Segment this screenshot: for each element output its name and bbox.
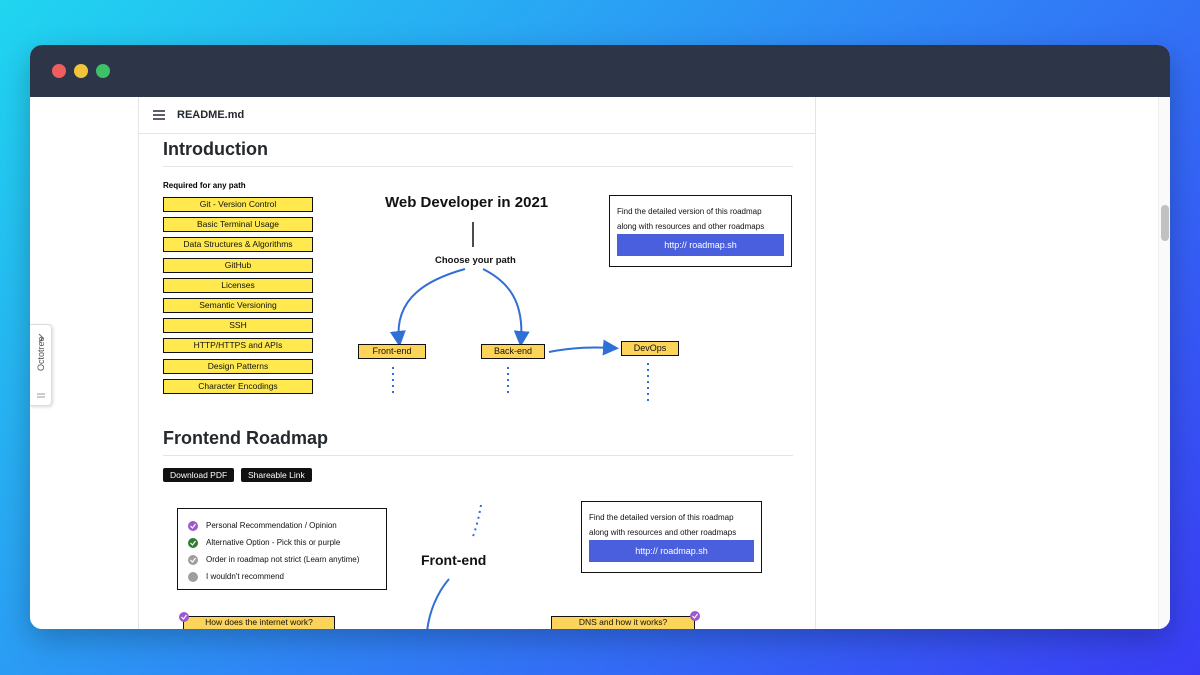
octotree-label: Octotree [36,336,46,371]
download-pdf-button[interactable]: Download PDF [163,468,235,482]
window-titlebar [30,45,1170,97]
minimize-window-button[interactable] [74,64,88,78]
path-frontend-node: Front-end [358,344,426,359]
grey-dot-icon [188,571,198,582]
legend-item: Alternative Option - Pick this or purple [188,534,376,551]
close-window-button[interactable] [52,64,66,78]
frontend-roadmap-heading: Frontend Roadmap [163,428,793,456]
browser-window: Octotree README.md Introduction Required… [30,45,1170,629]
check-circle-icon [188,520,198,531]
check-circle-icon [188,554,198,565]
info-text-line-2: along with resources and other roadmaps [589,528,737,537]
check-circle-icon [188,537,198,548]
info-text-line-1: Find the detailed version of this roadma… [617,207,762,216]
legend-item: Personal Recommendation / Opinion [188,517,376,534]
maximize-window-button[interactable] [96,64,110,78]
roadmap-link-button[interactable]: http:// roadmap.sh [589,540,754,562]
path-devops-node: DevOps [621,341,679,356]
frontend-diagram-title: Front-end [421,552,487,568]
octotree-toggle[interactable]: Octotree [30,324,52,406]
frontend-info-box: Find the detailed version of this roadma… [581,501,762,573]
path-backend-node: Back-end [481,344,545,359]
drag-handle-icon[interactable] [30,391,52,401]
readme-article: README.md Introduction Required for any … [138,97,816,629]
internet-node: How does the internet work? [183,616,335,629]
intro-info-box: Find the detailed version of this roadma… [609,195,792,267]
page-content: Octotree README.md Introduction Required… [30,97,1170,629]
legend-label: I wouldn't recommend [206,572,285,581]
legend-label: Personal Recommendation / Opinion [206,521,337,530]
roadmap-link-button[interactable]: http:// roadmap.sh [617,234,784,256]
legend-box: Personal Recommendation / Opinion Alterna… [177,508,387,590]
page-scrollbar[interactable] [1158,97,1170,629]
legend-label: Order in roadmap not strict (Learn anyti… [206,555,360,564]
legend-item: Order in roadmap not strict (Learn anyti… [188,551,376,568]
legend-item: I wouldn't recommend [188,568,376,585]
scrollbar-thumb[interactable] [1161,205,1169,241]
dns-node: DNS and how it works? [551,616,695,629]
info-text-line-1: Find the detailed version of this roadma… [589,513,734,522]
shareable-link-button[interactable]: Shareable Link [241,468,312,482]
info-text-line-2: along with resources and other roadmaps [617,222,765,231]
legend-label: Alternative Option - Pick this or purple [206,538,341,547]
